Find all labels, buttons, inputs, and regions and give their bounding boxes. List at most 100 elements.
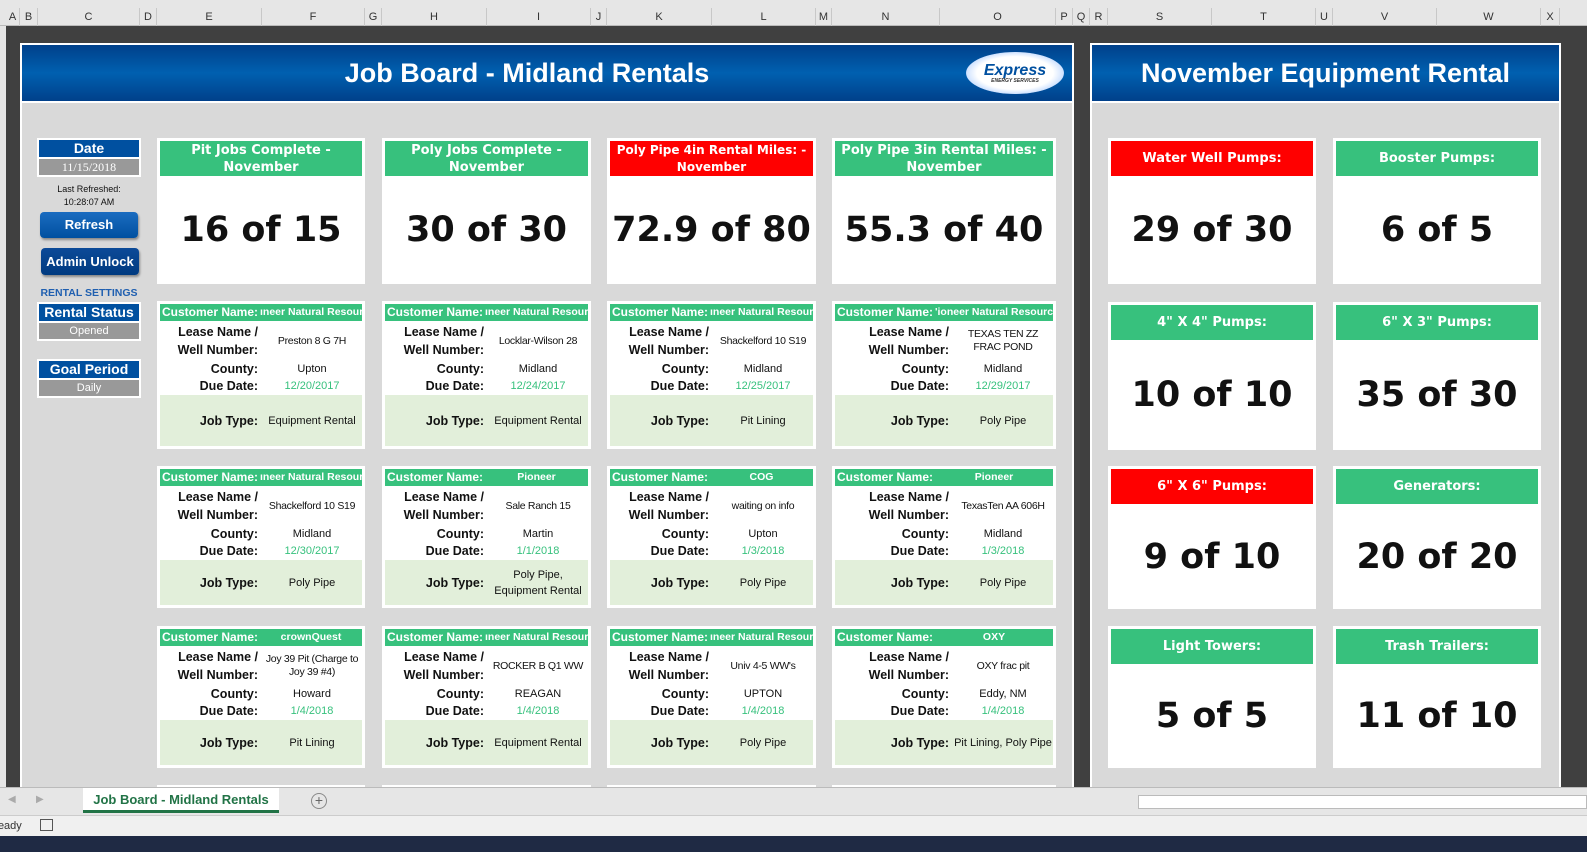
county-value: Midland xyxy=(743,363,783,375)
column-header[interactable]: H xyxy=(382,8,487,26)
kpi-value: 72.9 of 80 xyxy=(612,210,811,250)
column-header[interactable]: D xyxy=(140,8,157,26)
job-card[interactable]: Customer Name: ıneer Natural Resourc Leas… xyxy=(382,626,591,768)
customer-row: Customer Name: ıneer Natural Resourc xyxy=(385,304,588,321)
customer-row: Customer Name: ıneer Natural Resourc xyxy=(610,629,813,646)
column-header[interactable]: V xyxy=(1333,8,1437,26)
refresh-button[interactable]: Refresh xyxy=(40,212,138,238)
customer-name: Pioneer xyxy=(517,471,556,483)
due-date-value: 12/24/2017 xyxy=(510,380,566,392)
column-header[interactable]: S xyxy=(1108,8,1212,26)
equipment-value: 35 of 30 xyxy=(1356,375,1518,415)
customer-row: Customer Name: ıneer Natural Resourc xyxy=(160,469,362,486)
goal-period-value[interactable]: Daily xyxy=(39,380,139,396)
customer-row: Customer Name: Pioneer xyxy=(385,469,588,486)
customer-row: Customer Name: ıneer Natural Resourc xyxy=(610,304,813,321)
column-header[interactable]: R xyxy=(1090,8,1108,26)
admin-unlock-button[interactable]: Admin Unlock xyxy=(41,248,139,275)
job-type-value: Poly Pipe xyxy=(979,414,1027,427)
customer-row: Customer Name:'ioneer Natural Resource xyxy=(835,304,1053,321)
kpi-title: Poly Jobs Complete - November xyxy=(385,141,588,176)
kpi-title: Pit Jobs Complete - November xyxy=(160,141,362,176)
job-card[interactable]: Customer Name: ıneer Natural Resourc Leas… xyxy=(607,626,816,768)
column-header[interactable]: A xyxy=(6,8,20,26)
job-type-row: Job Type: Pit Lining xyxy=(610,395,813,446)
goal-period-box: Goal Period Daily xyxy=(37,359,141,398)
scroll-right-icon[interactable]: ▶ xyxy=(36,794,44,805)
job-card[interactable]: Customer Name: ıneer Natural Resourc Leas… xyxy=(382,301,591,449)
kpi-card: Poly Jobs Complete - November 30 of 30 xyxy=(382,138,591,284)
column-header[interactable]: J xyxy=(591,8,607,26)
customer-row: Customer Name: Pioneer xyxy=(835,469,1053,486)
column-header[interactable]: E xyxy=(157,8,262,26)
job-type-row: Job Type: Equipment Rental xyxy=(160,395,362,446)
date-box: Date 11/15/2018 xyxy=(37,138,141,177)
lease-value: Preston 8 G 7H xyxy=(277,334,347,347)
lease-value: Locklar-Wilson 28 xyxy=(498,334,578,347)
job-type-row: Job Type: Poly Pipe xyxy=(610,560,813,605)
job-type-value: Equipment Rental xyxy=(494,414,582,427)
job-card[interactable]: Customer Name: ıneer Natural Resourc Leas… xyxy=(607,301,816,449)
job-card[interactable]: Customer Name:'ioneer Natural Resource L… xyxy=(832,301,1056,449)
job-card[interactable]: Customer Name: Pioneer Lease Name / Well … xyxy=(832,466,1056,608)
due-date-value: 1/4/2018 xyxy=(981,705,1025,717)
job-type-value: Equipment Rental xyxy=(494,736,582,749)
status-bar: Ready xyxy=(0,815,1587,836)
equipment-card: 6" X 6" Pumps: 9 of 10 xyxy=(1108,466,1316,609)
column-header[interactable]: P xyxy=(1056,8,1073,26)
kpi-title: Poly Pipe 3in Rental Miles: - November xyxy=(835,141,1053,176)
sheet-tab-active[interactable]: Job Board - Midland Rentals xyxy=(83,788,279,813)
customer-name: ıneer Natural Resourc xyxy=(260,471,362,483)
due-date-value: 1/4/2018 xyxy=(741,705,785,717)
job-card[interactable]: Customer Name: ıneer Natural Resourc Leas… xyxy=(157,466,365,608)
county-value: Upton xyxy=(297,363,327,375)
column-header[interactable]: N xyxy=(832,8,940,26)
lease-value: Shackelford 10 S19 xyxy=(268,499,356,512)
last-refreshed: Last Refreshed: 10:28:07 AM xyxy=(57,184,121,207)
equipment-card: Water Well Pumps: 29 of 30 xyxy=(1108,138,1316,284)
customer-name: COG xyxy=(749,471,774,483)
job-type-row: Job Type: Equipment Rental xyxy=(385,395,588,446)
row-headers xyxy=(0,26,6,787)
column-header[interactable]: F xyxy=(262,8,365,26)
county-value: Midland xyxy=(518,363,558,375)
job-board-banner: Job Board - Midland Rentals Express ENER… xyxy=(22,45,1072,103)
column-header[interactable]: U xyxy=(1316,8,1333,26)
customer-name: 'ioneer Natural Resource xyxy=(935,306,1053,318)
column-header[interactable]: O xyxy=(940,8,1056,26)
add-sheet-button[interactable]: + xyxy=(311,793,327,809)
column-header[interactable]: K xyxy=(607,8,712,26)
job-card[interactable]: Customer Name: crownQuest Lease Name / We… xyxy=(157,626,365,768)
county-value: Midland xyxy=(983,528,1023,540)
due-date-value: 12/25/2017 xyxy=(735,380,791,392)
job-card[interactable]: Customer Name: ıneer Natural Resourc Leas… xyxy=(157,301,365,449)
job-card[interactable]: Customer Name: OXY Lease Name / Well Numb… xyxy=(832,626,1056,768)
customer-name: ıneer Natural Resourc xyxy=(710,631,813,643)
column-header[interactable]: T xyxy=(1212,8,1316,26)
column-header[interactable]: W xyxy=(1437,8,1541,26)
county-value: Upton xyxy=(748,528,778,540)
column-header[interactable]: Q xyxy=(1073,8,1090,26)
rental-status-value[interactable]: Opened xyxy=(39,323,139,339)
column-header[interactable]: L xyxy=(712,8,816,26)
job-type-value: Poly Pipe xyxy=(739,736,787,749)
column-header[interactable]: X xyxy=(1541,8,1560,26)
job-type-row: Job Type: Pit Lining, Poly Pipe xyxy=(835,720,1053,765)
column-header[interactable]: B xyxy=(20,8,38,26)
job-card[interactable]: Customer Name: COG Lease Name / Well Numb… xyxy=(607,466,816,608)
job-type-value: Pit Lining, Poly Pipe xyxy=(954,736,1052,749)
column-header[interactable]: C xyxy=(38,8,140,26)
column-header[interactable]: M xyxy=(816,8,832,26)
horizontal-scrollbar[interactable] xyxy=(1138,795,1587,809)
column-header[interactable]: I xyxy=(487,8,591,26)
macro-record-icon[interactable] xyxy=(40,819,53,831)
county-value: Eddy, NM xyxy=(979,688,1027,700)
equipment-value: 10 of 10 xyxy=(1131,375,1293,415)
job-card[interactable]: Customer Name: Pioneer Lease Name / Well … xyxy=(382,466,591,608)
column-header[interactable]: G xyxy=(365,8,382,26)
equipment-title: Trash Trailers: xyxy=(1336,629,1538,664)
county-value: REAGAN xyxy=(514,688,562,700)
scroll-left-icon[interactable]: ◀ xyxy=(8,794,16,805)
equipment-title: Light Towers: xyxy=(1111,629,1313,664)
due-date-value: 12/30/2017 xyxy=(284,545,340,557)
